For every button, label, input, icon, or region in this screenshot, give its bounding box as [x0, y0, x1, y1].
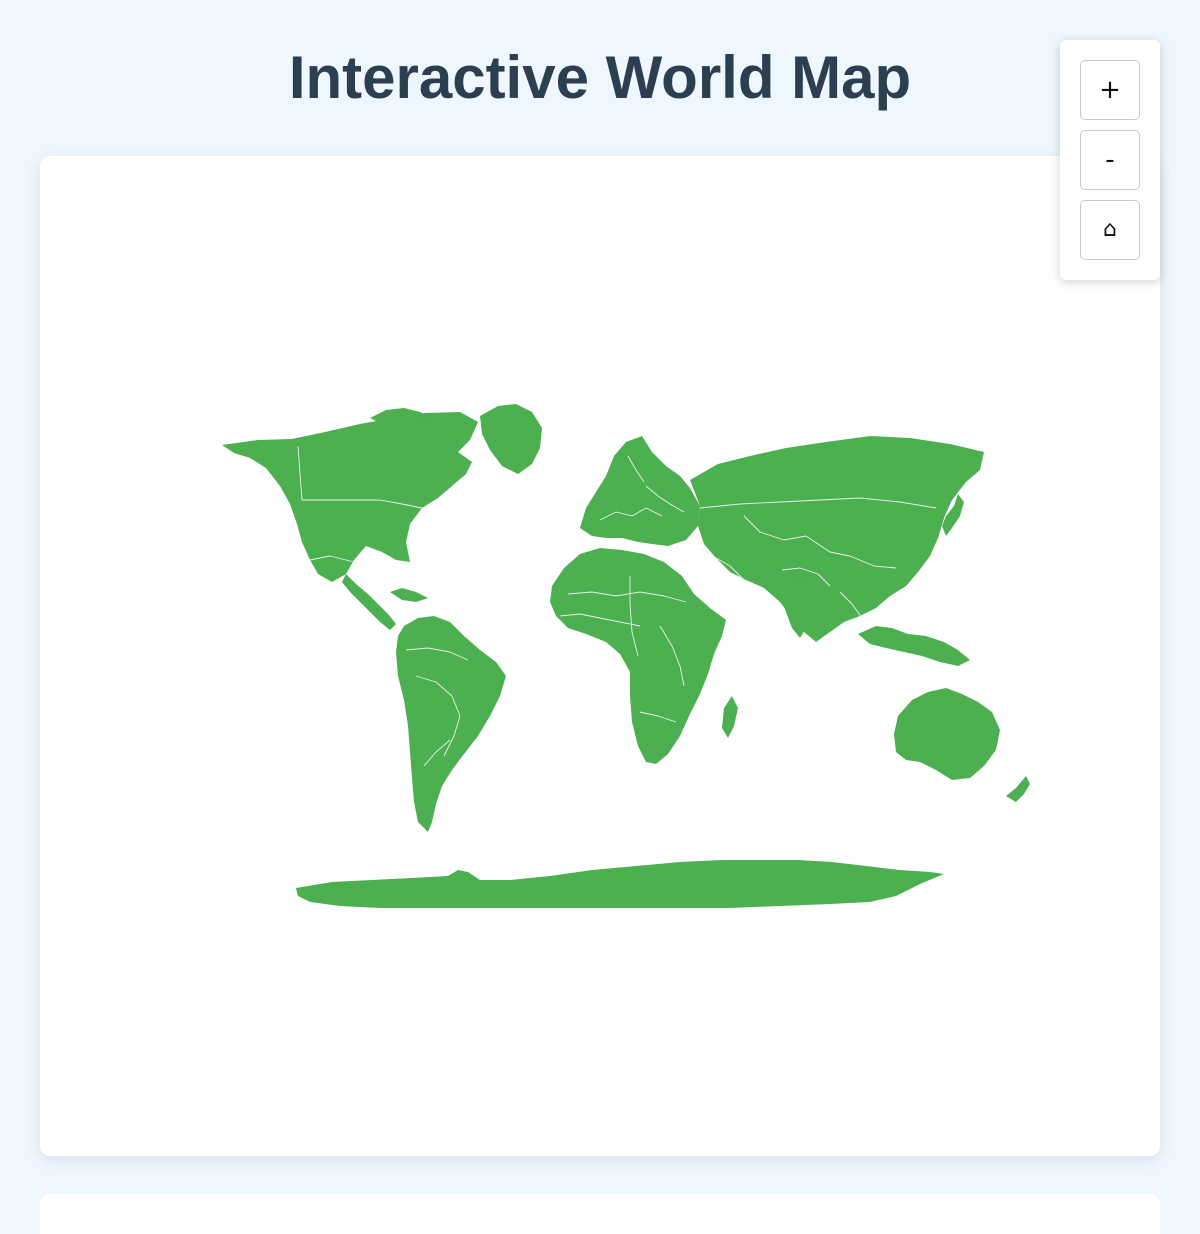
- antarctica[interactable]: [296, 860, 944, 908]
- zoom-controls: + - ⌂: [1060, 40, 1160, 280]
- new-zealand[interactable]: [1006, 776, 1030, 802]
- page-title: Interactive World Map: [288, 44, 912, 111]
- reset-view-button[interactable]: ⌂: [1080, 200, 1140, 260]
- zoom-out-button[interactable]: -: [1080, 130, 1140, 190]
- info-panel: [40, 1194, 1160, 1234]
- south-america[interactable]: [396, 616, 506, 832]
- central-america[interactable]: [342, 574, 396, 630]
- caribbean[interactable]: [390, 588, 428, 602]
- north-america[interactable]: [222, 412, 478, 582]
- southeast-asia-islands[interactable]: [858, 626, 970, 666]
- madagascar[interactable]: [722, 696, 738, 738]
- asia[interactable]: [690, 436, 984, 642]
- europe[interactable]: [580, 436, 700, 546]
- map-container[interactable]: [40, 156, 1160, 1156]
- greenland[interactable]: [480, 404, 542, 474]
- land-masses: [222, 404, 1030, 908]
- world-map[interactable]: [40, 156, 1160, 1156]
- australia[interactable]: [894, 688, 1000, 780]
- zoom-in-button[interactable]: +: [1080, 60, 1140, 120]
